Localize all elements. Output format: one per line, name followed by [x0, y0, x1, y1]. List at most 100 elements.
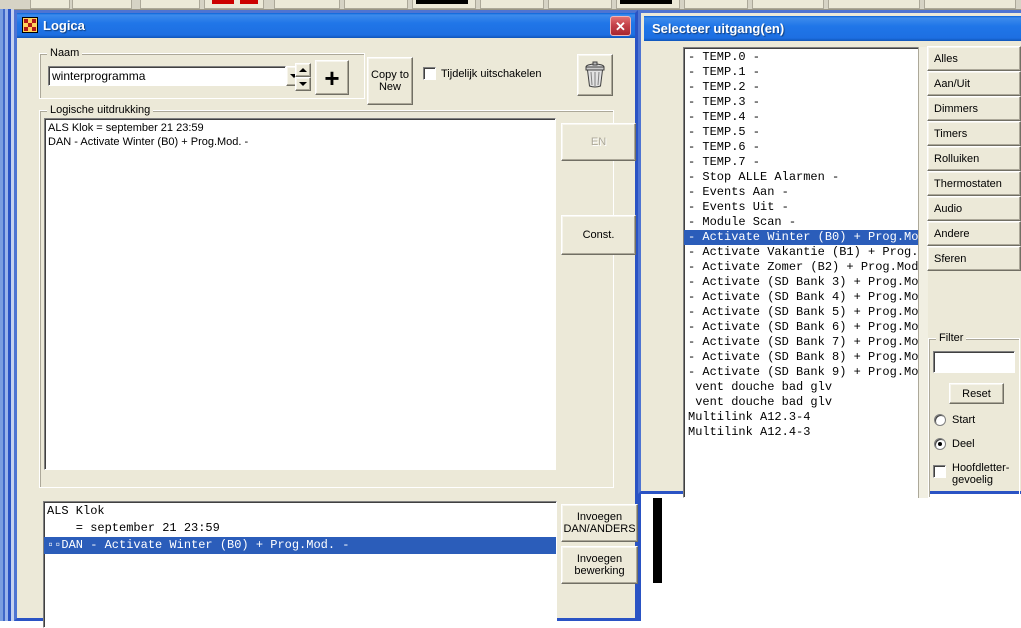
toolbar-button[interactable]	[548, 0, 612, 9]
delete-button[interactable]	[577, 54, 613, 96]
filter-start-label: Start	[952, 414, 976, 426]
case-sensitive-checkbox[interactable]	[933, 465, 946, 478]
category-button-timers[interactable]: Timers	[927, 121, 1021, 146]
temporarily-disable-label: Tijdelijk uitschakelen	[441, 68, 542, 80]
statement-row[interactable]: ▫▫DAN - Activate Winter (B0) + Prog.Mod.…	[44, 537, 556, 554]
toolbar-button[interactable]	[924, 0, 1016, 9]
output-list-item[interactable]: - TEMP.2 -	[684, 80, 925, 95]
logica-app-icon	[22, 17, 38, 33]
toolbar-red-marker	[240, 0, 258, 4]
expression-group-label: Logische uitdrukking	[47, 104, 154, 116]
toolbar-button[interactable]	[752, 0, 824, 9]
output-list-item[interactable]: - Events Uit -	[684, 200, 925, 215]
output-list-item[interactable]: - Events Aan -	[684, 185, 925, 200]
output-list-item[interactable]: - TEMP.3 -	[684, 95, 925, 110]
category-button-dimmers[interactable]: Dimmers	[927, 96, 1021, 121]
category-button-label: Alles	[934, 52, 958, 65]
output-list-item[interactable]: - TEMP.0 -	[684, 50, 925, 65]
output-list-item[interactable]: - Activate (SD Bank 6) + Prog.Mod	[684, 320, 925, 335]
text-caret	[653, 498, 662, 583]
trash-can-icon	[585, 61, 605, 88]
insert-edit-line2: bewerking	[574, 565, 625, 577]
copy-to-new-line1: Copy to	[371, 69, 409, 81]
spin-up-icon[interactable]	[295, 63, 311, 77]
copy-to-new-line2: New	[378, 81, 401, 93]
toolbar-black-marker	[416, 0, 468, 4]
output-list-item[interactable]: - TEMP.5 -	[684, 125, 925, 140]
naam-group-label: Naam	[47, 47, 83, 59]
outputs-list[interactable]: - TEMP.0 -- TEMP.1 -- TEMP.2 -- TEMP.3 -…	[683, 47, 926, 498]
expression-textarea[interactable]: ALS Klok = september 21 23:59 DAN - Acti…	[44, 118, 556, 470]
select-title-bar[interactable]: Selecteer uitgang(en)	[644, 16, 1021, 41]
category-button-andere[interactable]: Andere	[927, 221, 1021, 246]
output-list-item[interactable]: vent douche bad glv	[684, 395, 925, 410]
logica-title-bar[interactable]: Logica ✕	[17, 13, 635, 38]
insert-dan-line1: Invoegen	[576, 511, 623, 523]
filter-start-radio[interactable]	[934, 414, 946, 426]
insert-operation-button[interactable]: Invoegen bewerking	[561, 546, 638, 584]
output-list-item[interactable]: Multilink A12.4-3	[684, 425, 925, 440]
filter-group-label: Filter	[936, 332, 967, 344]
category-button-label: Aan/Uit	[934, 77, 971, 90]
naam-spinner[interactable]	[295, 63, 311, 91]
spin-down-icon[interactable]	[295, 77, 311, 91]
output-list-item[interactable]: - Activate (SD Bank 9) + Prog.Mod	[684, 365, 925, 380]
naam-input[interactable]: winterprogramma	[48, 66, 286, 86]
output-list-item[interactable]: Multilink A12.3-4	[684, 410, 925, 425]
temporarily-disable-checkbox[interactable]	[423, 67, 436, 80]
toolbar-button[interactable]	[30, 0, 70, 9]
category-button-label: Andere	[934, 227, 970, 240]
category-button-label: Dimmers	[934, 102, 978, 115]
filter-reset-button[interactable]: Reset	[949, 383, 1004, 404]
toolbar-button[interactable]	[684, 0, 748, 9]
toolbar-button[interactable]	[828, 0, 920, 9]
output-list-item[interactable]: - TEMP.6 -	[684, 140, 925, 155]
output-list-item[interactable]: - Activate Vakantie (B1) + Prog.M	[684, 245, 925, 260]
output-list-item[interactable]: - Activate Zomer (B2) + Prog.Mod.	[684, 260, 925, 275]
output-list-item[interactable]: - TEMP.4 -	[684, 110, 925, 125]
category-button-aan-uit[interactable]: Aan/Uit	[927, 71, 1021, 96]
category-button-alles[interactable]: Alles	[927, 46, 1021, 71]
expression-line: DAN - Activate Winter (B0) + Prog.Mod. -	[48, 136, 249, 148]
category-button-sferen[interactable]: Sferen	[927, 246, 1021, 271]
close-icon[interactable]: ✕	[610, 16, 631, 36]
output-list-item[interactable]: - Activate (SD Bank 4) + Prog.Mod	[684, 290, 925, 305]
statement-row[interactable]: ALS Klok	[44, 503, 556, 520]
output-list-item[interactable]: - Activate (SD Bank 7) + Prog.Mod	[684, 335, 925, 350]
output-list-item[interactable]: - Activate (SD Bank 8) + Prog.Mod	[684, 350, 925, 365]
category-button-label: Rolluiken	[934, 152, 980, 165]
statement-list[interactable]: ALS Klok = september 21 23:59 ▫▫DAN - Act…	[43, 501, 557, 628]
output-list-item[interactable]: - Activate (SD Bank 3) + Prog.Mod	[684, 275, 925, 290]
output-list-item[interactable]: - TEMP.1 -	[684, 65, 925, 80]
toolbar-red-marker	[212, 0, 234, 4]
expression-line: ALS Klok = september 21 23:59	[48, 122, 204, 134]
filter-deel-radio[interactable]	[934, 438, 946, 450]
logica-window: Logica ✕ Naam winterprogramma + Copy to …	[14, 10, 638, 628]
select-outputs-window: Selecteer uitgang(en) - TEMP.0 -- TEMP.1…	[638, 10, 1021, 498]
toolbar-button[interactable]	[274, 0, 340, 9]
toolbar-button[interactable]	[72, 0, 132, 9]
toolbar-button[interactable]	[140, 0, 200, 9]
toolbar-button[interactable]	[480, 0, 544, 9]
output-list-item[interactable]: - Stop ALLE Alarmen -	[684, 170, 925, 185]
case-sensitive-label: Hoofdletter-gevoelig	[952, 462, 1010, 486]
output-list-item[interactable]: vent douche bad glv	[684, 380, 925, 395]
category-button-thermostaten[interactable]: Thermostaten	[927, 171, 1021, 196]
copy-to-new-button[interactable]: Copy to New	[367, 57, 413, 105]
toolbar-button[interactable]	[344, 0, 408, 9]
window-left-border-strip	[638, 494, 641, 621]
statement-row[interactable]: = september 21 23:59	[44, 520, 556, 537]
output-list-item[interactable]: - Activate Winter (B0) + Prog.Mod	[684, 230, 925, 245]
add-button[interactable]: +	[315, 60, 349, 95]
en-button[interactable]: EN	[561, 123, 636, 161]
output-list-item[interactable]: - Module Scan -	[684, 215, 925, 230]
output-list-item[interactable]: - Activate (SD Bank 5) + Prog.Mod	[684, 305, 925, 320]
insert-dan-anders-button[interactable]: Invoegen DAN/ANDERS	[561, 504, 638, 542]
filter-input[interactable]	[933, 351, 1015, 373]
const-button[interactable]: Const.	[561, 215, 636, 255]
category-button-rolluiken[interactable]: Rolluiken	[927, 146, 1021, 171]
category-button-label: Thermostaten	[934, 177, 1002, 190]
select-window-title: Selecteer uitgang(en)	[652, 21, 785, 36]
output-list-item[interactable]: - TEMP.7 -	[684, 155, 925, 170]
category-button-audio[interactable]: Audio	[927, 196, 1021, 221]
